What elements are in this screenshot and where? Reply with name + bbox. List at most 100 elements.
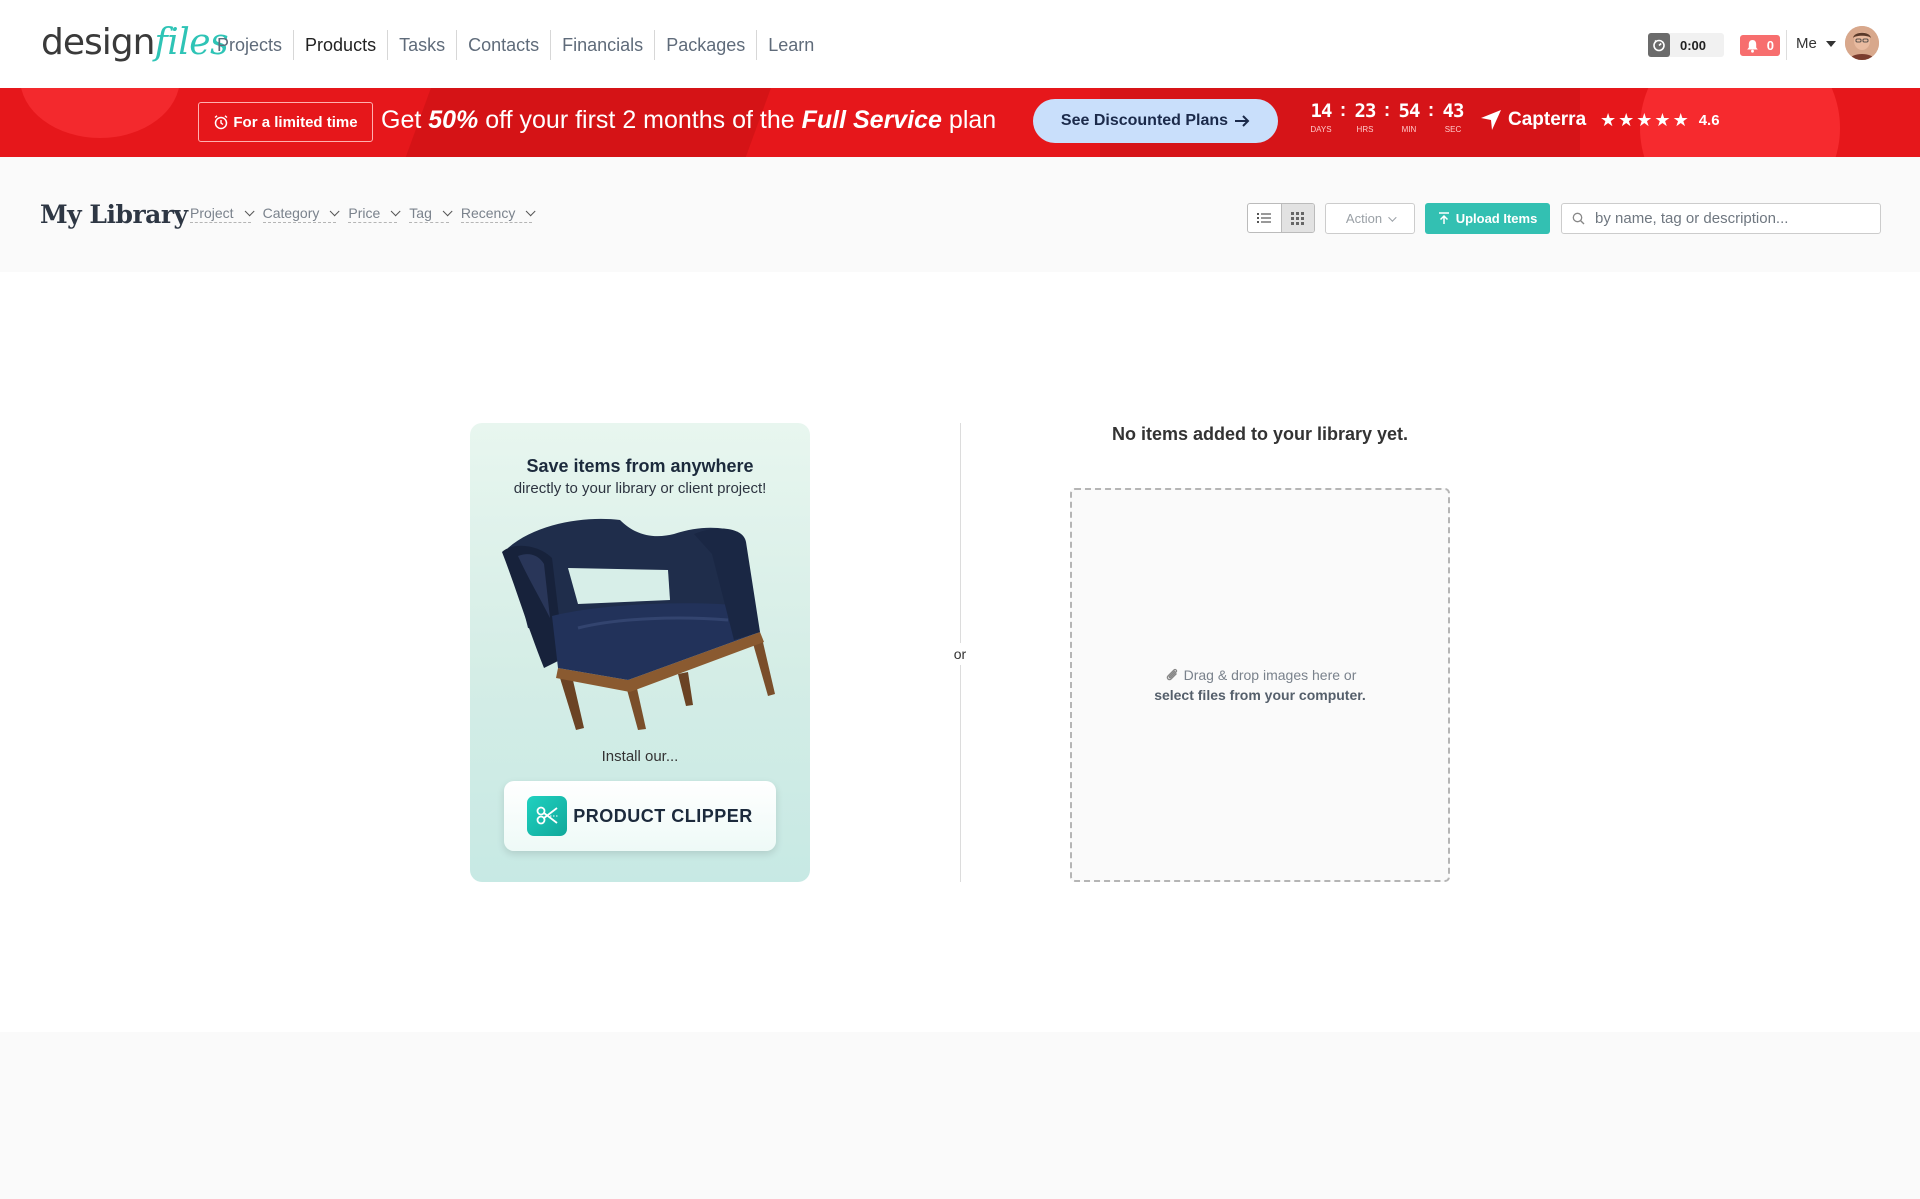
- promo-banner: For a limited time Get 50% off your firs…: [0, 88, 1920, 157]
- avatar[interactable]: [1845, 26, 1879, 60]
- upload-label: Upload Items: [1455, 211, 1538, 226]
- caret-down-icon: [1825, 40, 1836, 47]
- arrow-right-icon: [1235, 115, 1250, 127]
- notifications-button[interactable]: 0: [1740, 35, 1780, 56]
- offer-text: Get 50% off your first 2 months of the F…: [381, 106, 996, 135]
- logo-text-design: design: [41, 22, 155, 63]
- grid-view-button[interactable]: [1280, 204, 1314, 232]
- countdown-minutes-label: MIN: [1401, 125, 1417, 134]
- nav-tasks[interactable]: Tasks: [388, 30, 458, 60]
- rating-stars: ★ ★ ★ ★ ★ 4.6: [1600, 110, 1720, 131]
- upload-icon: [1438, 212, 1449, 224]
- top-navbar: designfiles Projects Products Tasks Cont…: [0, 0, 1920, 88]
- countdown-seconds-label: SEC: [1444, 125, 1462, 134]
- designfiles-logo[interactable]: designfiles: [41, 22, 229, 63]
- filter-label: Project: [190, 205, 234, 221]
- capterra-arrow-icon: [1481, 110, 1501, 130]
- star-icon: ★: [1654, 110, 1671, 130]
- chevron-down-icon: [330, 205, 340, 216]
- library-content: Save items from anywhere directly to you…: [0, 272, 1920, 1032]
- clipper-install-text: Install our...: [601, 748, 679, 765]
- chevron-down-icon: [442, 205, 453, 216]
- list-view-button[interactable]: [1248, 204, 1281, 232]
- scissors-icon: [527, 796, 568, 836]
- clipper-title: Save items from anywhere: [526, 456, 754, 476]
- countdown-minutes-value: 54: [1398, 100, 1421, 122]
- product-clipper-card: Save items from anywhere directly to you…: [470, 423, 810, 882]
- dropzone-instructions: Drag & drop images here or: [1164, 667, 1357, 683]
- nav-contacts[interactable]: Contacts: [457, 30, 552, 60]
- offer-plan: Full Service: [801, 106, 942, 134]
- bell-icon: [1747, 39, 1758, 53]
- main-nav: Projects Products Tasks Contacts Financi…: [206, 30, 825, 60]
- nav-products[interactable]: Products: [294, 30, 389, 60]
- nav-learn[interactable]: Learn: [757, 30, 825, 60]
- list-icon: [1257, 213, 1272, 223]
- filter-project[interactable]: Project: [190, 205, 255, 223]
- filter-recency[interactable]: Recency: [460, 205, 536, 223]
- star-icon: ★: [1672, 110, 1689, 130]
- capterra-text: Capterra: [1508, 109, 1587, 130]
- rating-value: 4.6: [1698, 112, 1720, 129]
- countdown-separator: :: [1339, 100, 1347, 121]
- or-label: or: [945, 643, 975, 665]
- time-tracker[interactable]: 0:00: [1648, 33, 1724, 57]
- filter-label: Tag: [409, 205, 432, 221]
- alarm-clock-icon: [214, 115, 228, 130]
- empty-library-message: No items added to your library yet.: [1111, 424, 1409, 444]
- search-input[interactable]: [1595, 210, 1865, 227]
- filter-bar: Project Category Price Tag Recency: [190, 205, 536, 223]
- countdown-days-label: DAYS: [1310, 125, 1332, 134]
- star-icon: ★: [1600, 110, 1617, 130]
- offer-mid: off your first 2 months of the: [478, 106, 802, 134]
- capterra-logo[interactable]: Capterra: [1480, 109, 1586, 131]
- paperclip-icon: [1166, 668, 1177, 681]
- user-menu[interactable]: Me: [1796, 35, 1836, 52]
- countdown-seconds: 43 SEC: [1438, 100, 1468, 134]
- filter-label: Price: [348, 205, 381, 221]
- chevron-down-icon: [390, 205, 401, 216]
- countdown-minutes: 54 MIN: [1394, 100, 1424, 134]
- chevron-down-icon: [244, 205, 255, 216]
- timer-value: 0:00: [1680, 37, 1707, 53]
- stopwatch-icon: [1648, 33, 1670, 57]
- select-files-link[interactable]: select files from your computer.: [1154, 687, 1366, 703]
- offer-percent: 50%: [428, 106, 479, 134]
- limited-time-text: For a limited time: [233, 113, 358, 131]
- limited-time-badge: For a limited time: [198, 102, 373, 142]
- offer-pre: Get: [381, 106, 429, 134]
- chevron-down-icon: [526, 205, 536, 216]
- search-icon: [1572, 212, 1585, 225]
- cta-label: See Discounted Plans: [1060, 112, 1229, 129]
- filter-category[interactable]: Category: [262, 205, 340, 223]
- chevron-down-icon: [1388, 212, 1397, 222]
- product-clipper-button[interactable]: PRODUCT CLIPPER: [504, 781, 776, 851]
- filter-price[interactable]: Price: [348, 205, 401, 223]
- page-footer-area: [0, 1032, 1920, 1199]
- countdown-hours-value: 23: [1354, 100, 1377, 122]
- countdown-days-value: 14: [1310, 100, 1333, 122]
- filter-label: Recency: [460, 205, 516, 221]
- armchair-image: [502, 518, 775, 730]
- page-title: My Library: [40, 200, 188, 229]
- countdown-timer: 14 DAYS : 23 HRS : 54 MIN : 43 SEC: [1306, 100, 1468, 134]
- upload-items-button[interactable]: Upload Items: [1425, 203, 1550, 234]
- search-box: [1561, 203, 1881, 234]
- file-dropzone[interactable]: Drag & drop images here or select files …: [1070, 488, 1450, 882]
- nav-financials[interactable]: Financials: [551, 30, 656, 60]
- dropzone-line1: Drag & drop images here or: [1183, 667, 1357, 683]
- grid-icon: [1291, 211, 1305, 225]
- filter-tag[interactable]: Tag: [409, 205, 453, 223]
- nav-packages[interactable]: Packages: [655, 30, 758, 60]
- banner-decoration: [20, 88, 180, 138]
- action-dropdown[interactable]: Action: [1325, 203, 1415, 234]
- see-discounted-plans-button[interactable]: See Discounted Plans: [1033, 99, 1278, 143]
- filter-label: Category: [262, 205, 320, 221]
- notification-count: 0: [1766, 38, 1774, 53]
- countdown-separator: :: [1427, 100, 1435, 121]
- nav-projects[interactable]: Projects: [206, 30, 295, 60]
- view-toggle: [1247, 203, 1315, 233]
- star-icon: ★: [1618, 110, 1635, 130]
- countdown-hours: 23 HRS: [1350, 100, 1380, 134]
- countdown-hours-label: HRS: [1356, 125, 1374, 134]
